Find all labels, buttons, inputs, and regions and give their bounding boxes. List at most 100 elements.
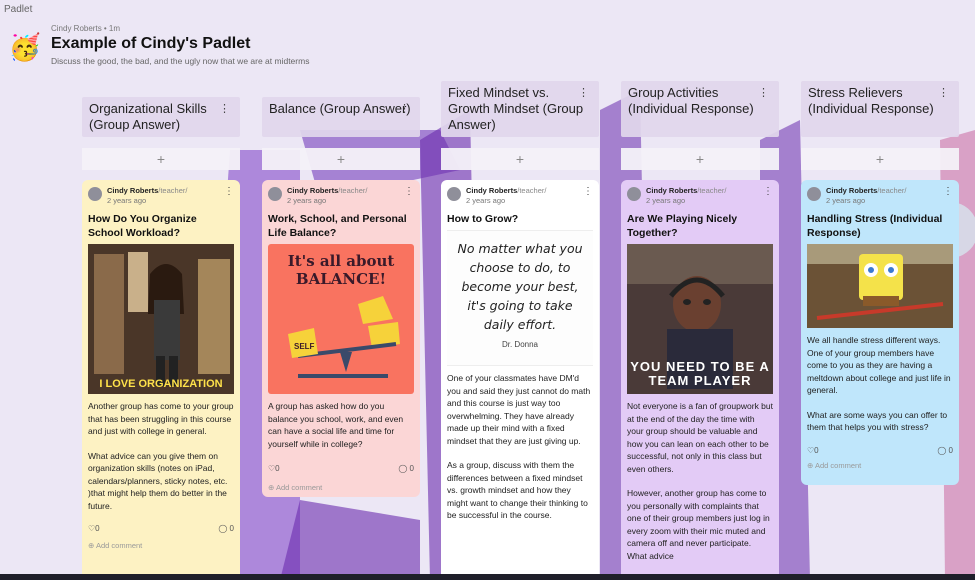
column-header[interactable]: Organizational Skills (Group Answer) ⋮ [82, 97, 240, 137]
column-balance: Balance (Group Answer) ⋮ [262, 97, 420, 137]
like-button[interactable]: ♡0 [268, 464, 280, 473]
comment-count: 0 [409, 464, 414, 473]
post-timestamp: 2 years ago [107, 196, 147, 205]
comment-icon: ◯ [398, 464, 408, 473]
more-vertical-icon[interactable]: ⋮ [219, 101, 230, 117]
comment-icon: ◯ [937, 445, 947, 455]
post-body: Another group has come to your group tha… [88, 400, 234, 512]
post-image[interactable]: No matter what you choose to do, to beco… [447, 230, 593, 366]
more-vertical-icon[interactable]: ⋮ [763, 186, 773, 197]
post-author-role: /teacher/ [697, 186, 727, 195]
more-vertical-icon[interactable]: ⋮ [224, 186, 234, 197]
post-author: Cindy Roberts [646, 186, 698, 195]
plus-circle-icon: ⊕ [807, 460, 815, 470]
post-author-role: /teacher/ [158, 186, 188, 195]
comment-button[interactable]: ◯ 0 [398, 464, 414, 473]
add-post-button[interactable]: + [82, 148, 240, 170]
image-caption: I LOVE ORGANIZATION [99, 378, 223, 390]
post-image[interactable]: YOU NEED TO BE A TEAM PLAYER [627, 244, 773, 394]
post-card[interactable]: Cindy Roberts/teacher/ 2 years ago ⋮ Are… [621, 180, 779, 580]
taskbar [0, 574, 975, 580]
add-comment-button[interactable]: ⊕ Add comment [268, 483, 414, 496]
post-title: Work, School, and Personal Life Balance? [268, 213, 407, 239]
more-vertical-icon[interactable]: ⋮ [404, 186, 414, 197]
column-header[interactable]: Group Activities (Individual Response) ⋮ [621, 81, 779, 137]
balance-illustration [288, 296, 400, 378]
add-comment-button[interactable]: ⊕ Add comment [807, 461, 953, 474]
post-paragraph: What advice can you give them on organiz… [88, 450, 228, 511]
post-paragraph: What are some ways you can offer to them… [807, 409, 948, 433]
plus-circle-icon: ⊕ [268, 483, 276, 492]
like-count: 0 [814, 445, 819, 455]
post-author: Cindy Roberts [107, 186, 159, 195]
post-card[interactable]: Cindy Roberts/teacher/ 2 years ago ⋮ Han… [801, 180, 959, 485]
quote-author: Dr. Donna [501, 340, 539, 349]
post-paragraph: Not everyone is a fan of groupwork but a… [627, 401, 773, 474]
post-card[interactable]: Cindy Roberts/teacher/ 2 years ago ⋮ How… [441, 180, 599, 580]
more-vertical-icon[interactable]: ⋮ [399, 101, 410, 117]
comment-count: 0 [948, 445, 953, 455]
add-post-button[interactable]: + [441, 148, 599, 170]
post-author-role: /teacher/ [338, 186, 368, 195]
padlet-header: 🥳 Cindy Roberts • 1m Example of Cindy's … [8, 24, 310, 66]
post-title: Are We Playing Nicely Together? [627, 213, 738, 239]
comment-icon: ◯ [218, 524, 228, 533]
post-body: We all handle stress different ways. One… [807, 334, 953, 434]
column-header[interactable]: Balance (Group Answer) ⋮ [262, 97, 420, 137]
post-card[interactable]: Cindy Roberts/teacher/ 2 years ago ⋮ Wor… [262, 180, 420, 497]
add-post-button[interactable]: + [262, 148, 420, 170]
gif-image [88, 244, 234, 394]
post-timestamp: 2 years ago [646, 196, 686, 205]
post-card[interactable]: Cindy Roberts/teacher/ 2 years ago ⋮ How… [82, 180, 240, 580]
post-body: A group has asked how do you balance you… [268, 400, 414, 450]
padlet-author: Cindy Roberts • 1m [51, 24, 121, 33]
post-image[interactable]: It's all about BALANCE! SELF [268, 244, 414, 394]
more-vertical-icon[interactable]: ⋮ [938, 85, 949, 101]
post-author: Cindy Roberts [826, 186, 878, 195]
more-vertical-icon[interactable]: ⋮ [578, 85, 589, 101]
column-header[interactable]: Stress Relievers (Individual Response) ⋮ [801, 81, 959, 137]
post-title: Handling Stress (Individual Response) [807, 213, 943, 239]
like-button[interactable]: ♡0 [807, 446, 819, 455]
post-paragraph: As a group, discuss with them the differ… [447, 460, 588, 520]
more-vertical-icon[interactable]: ⋮ [758, 85, 769, 101]
post-author: Cindy Roberts [466, 186, 518, 195]
image-caption: YOU NEED TO BE A TEAM PLAYER [630, 359, 770, 388]
column-title: Organizational Skills (Group Answer) [89, 101, 207, 132]
column-title: Stress Relievers (Individual Response) [808, 85, 934, 116]
post-body: Not everyone is a fan of groupwork but a… [627, 400, 773, 562]
column-organizational-skills: Organizational Skills (Group Answer) ⋮ [82, 97, 240, 137]
padlet-title[interactable]: Example of Cindy's Padlet [51, 35, 309, 53]
avatar [88, 187, 102, 201]
post-paragraph: A group has asked how do you balance you… [268, 401, 404, 449]
add-post-button[interactable]: + [621, 148, 779, 170]
add-comment-label: Add comment [814, 460, 862, 470]
comment-button[interactable]: ◯ 0 [218, 524, 234, 533]
app-name: Padlet [4, 4, 33, 15]
add-comment-button[interactable]: ⊕ Add comment [88, 541, 234, 554]
like-count: 0 [95, 524, 100, 533]
add-comment-label: Add comment [275, 483, 323, 492]
quote-text: No matter what you choose to do, to beco… [457, 241, 583, 332]
like-button[interactable]: ♡0 [88, 524, 100, 533]
gif-image [807, 244, 953, 328]
avatar [447, 187, 461, 201]
more-vertical-icon[interactable]: ⋮ [583, 186, 593, 197]
post-timestamp: 2 years ago [287, 196, 327, 205]
post-image[interactable]: I LOVE ORGANIZATION [88, 244, 234, 394]
column-group-activities: Group Activities (Individual Response) ⋮ [621, 81, 779, 137]
post-body: One of your classmates have DM'd you and… [447, 372, 593, 522]
avatar [627, 187, 641, 201]
post-image[interactable] [807, 244, 953, 328]
image-label: SELF [294, 342, 315, 351]
add-post-button[interactable]: + [801, 148, 959, 170]
column-stress-relievers: Stress Relievers (Individual Response) ⋮ [801, 81, 959, 137]
column-header[interactable]: Fixed Mindset vs. Growth Mindset (Group … [441, 81, 599, 137]
comment-button[interactable]: ◯ 0 [937, 446, 953, 455]
add-comment-label: Add comment [95, 541, 143, 550]
like-count: 0 [275, 464, 280, 473]
post-title: How Do You Organize School Workload? [88, 213, 197, 239]
post-author-role: /teacher/ [877, 186, 907, 195]
more-vertical-icon[interactable]: ⋮ [943, 186, 953, 197]
post-author: Cindy Roberts [287, 186, 339, 195]
